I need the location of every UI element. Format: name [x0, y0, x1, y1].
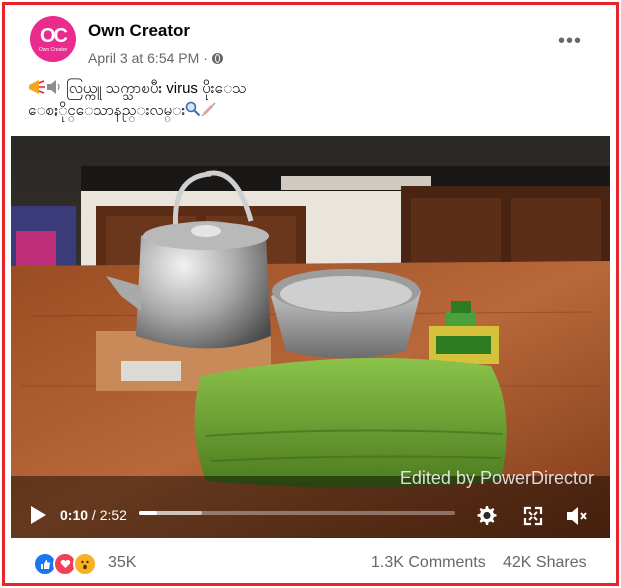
avatar[interactable]: OC Own Creator — [30, 16, 76, 62]
progress-bar — [139, 511, 158, 515]
megaphone-icon — [29, 80, 45, 94]
volume-button[interactable] — [564, 503, 590, 529]
shares-count[interactable]: 42K Shares — [503, 554, 587, 572]
avatar-monogram: OC — [40, 24, 68, 47]
current-time: 0:10 — [60, 507, 89, 523]
gear-icon — [477, 506, 497, 525]
post-timestamp[interactable]: April 3 at 6:54 PM — [88, 50, 199, 66]
reaction-count[interactable]: 35K — [108, 554, 136, 572]
fullscreen-icon — [523, 506, 543, 526]
caption-text-1: လြယ္ကူ သက္သာၿပီး virus ပိုးေသ — [66, 80, 247, 97]
more-options-button[interactable]: ••• — [558, 30, 582, 53]
video-controls: 0:10 / 2:52 — [11, 494, 610, 538]
play-button[interactable] — [27, 504, 49, 526]
author-name[interactable]: Own Creator — [88, 21, 190, 41]
duration: 2:52 — [99, 507, 127, 523]
settings-button[interactable] — [473, 503, 499, 529]
avatar-subtitle: Own Creator — [38, 46, 68, 53]
magnifier-icon — [185, 101, 201, 117]
video-time: 0:10 / 2:52 — [60, 507, 127, 523]
engagement-bar: 35K 1.3K Comments 42K Shares — [0, 548, 621, 578]
syringe-icon — [201, 102, 216, 117]
post-meta: April 3 at 6:54 PM · — [88, 50, 223, 66]
video-scrubber[interactable] — [139, 511, 455, 515]
caption-text-2: ေစႏိုင္ေသာနည္းလမ္း — [28, 102, 186, 119]
video-watermark: Edited by PowerDirector — [399, 468, 594, 488]
wow-icon — [73, 552, 97, 576]
time-separator: / — [88, 507, 100, 523]
meta-separator: · — [203, 50, 208, 66]
globe-icon — [211, 52, 223, 64]
mute-icon — [567, 507, 587, 525]
comments-count[interactable]: 1.3K Comments — [371, 554, 486, 572]
reaction-icons[interactable] — [33, 552, 97, 576]
caption-line-1: လြယ္ကူ သက္သာၿပီး virus ပိုးေသ — [28, 78, 588, 100]
post-caption: လြယ္ကူ သက္သာၿပီး virus ပိုးေသ ေစႏိုင္ေသာ… — [28, 78, 588, 122]
caption-line-2: ေစႏိုင္ေသာနည္းလမ္း — [28, 100, 588, 122]
speaker-icon — [47, 80, 60, 94]
play-icon — [31, 506, 46, 524]
video-player[interactable]: Edited by PowerDirector 0:10 / 2:52 — [11, 136, 610, 538]
fullscreen-button[interactable] — [520, 503, 546, 529]
